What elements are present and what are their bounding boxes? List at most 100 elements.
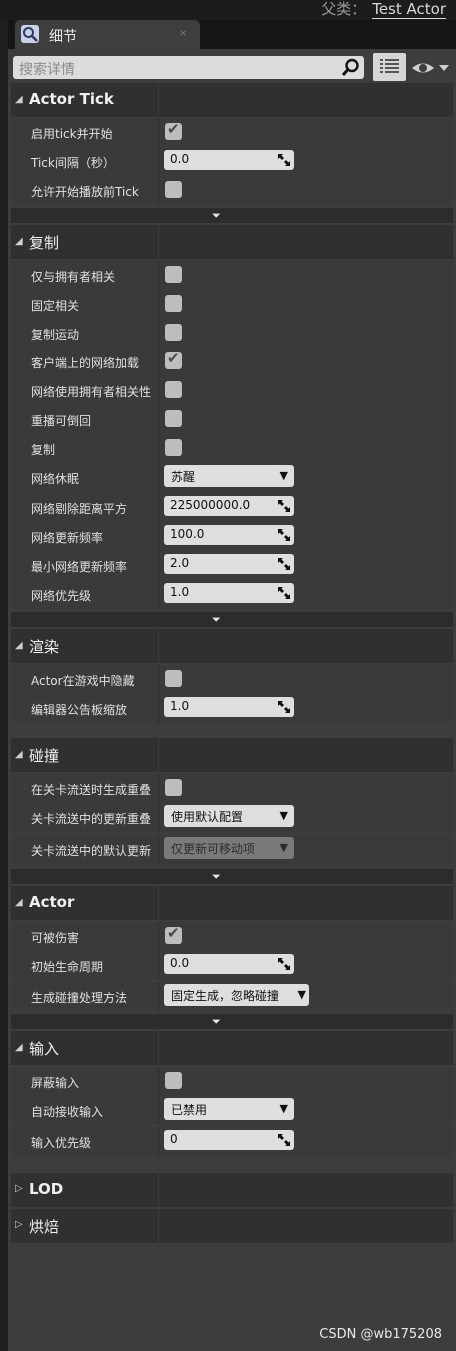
- dropdown-value: 已禁用: [171, 1103, 208, 1117]
- tick-interval-field[interactable]: 0.0: [164, 150, 294, 170]
- only-relevant-to-owner-checkbox[interactable]: [165, 266, 182, 283]
- property-label: Actor在游戏中隐藏: [31, 674, 135, 688]
- property-label: 初始生命周期: [31, 960, 104, 974]
- input-priority-field[interactable]: 0: [164, 1130, 294, 1150]
- category-actor[interactable]: ◢ Actor: [11, 886, 453, 920]
- property-label: 网络使用拥有者相关性: [31, 385, 152, 399]
- spawn-collision-dropdown[interactable]: 固定生成，忽略碰撞 ▼: [164, 984, 309, 1006]
- column-divider: [158, 1031, 159, 1065]
- tab-close-button[interactable]: ×: [179, 28, 187, 39]
- dropdown-value: 固定生成，忽略碰撞: [171, 989, 280, 1003]
- parent-class-link[interactable]: Test Actor: [372, 0, 446, 19]
- replay-rewindable-checkbox[interactable]: [165, 410, 182, 427]
- property-label: 固定相关: [31, 299, 80, 313]
- category-replication[interactable]: ◢ 复制: [11, 225, 453, 259]
- net-priority-field[interactable]: 1.0: [164, 583, 294, 603]
- column-divider: [158, 1209, 159, 1243]
- always-relevant-checkbox[interactable]: [165, 295, 182, 312]
- property-row: 网络休眠 苏醒 ▼: [11, 463, 453, 492]
- net-use-owner-relevancy-checkbox[interactable]: [165, 381, 182, 398]
- property-label: 屏蔽输入: [31, 1076, 80, 1090]
- property-row: 客户端上的网络加载 ✔: [11, 347, 453, 376]
- initial-life-span-field[interactable]: 0.0: [164, 954, 294, 974]
- chevron-down-icon: ▼: [279, 1102, 288, 1115]
- drag-arrows-icon[interactable]: [278, 500, 290, 512]
- drag-arrows-icon[interactable]: [278, 558, 290, 570]
- editor-billboard-scale-field[interactable]: 1.0: [164, 697, 294, 717]
- property-label: 重播可倒回: [31, 414, 92, 428]
- category-lod[interactable]: ▷ LOD: [11, 1173, 453, 1207]
- net-update-frequency-field[interactable]: 100.0: [164, 525, 294, 545]
- property-label: 生成碰撞处理方法: [31, 991, 128, 1005]
- auto-receive-input-dropdown[interactable]: 已禁用 ▼: [164, 1098, 294, 1120]
- replicate-movement-checkbox[interactable]: [165, 324, 182, 341]
- dropdown-value: 苏醒: [171, 470, 196, 484]
- drag-arrows-icon[interactable]: [278, 529, 290, 541]
- start-with-tick-checkbox[interactable]: ✔: [165, 120, 182, 140]
- drag-arrows-icon[interactable]: [278, 587, 290, 599]
- generate-overlap-checkbox[interactable]: [165, 779, 182, 796]
- column-divider: [158, 434, 159, 463]
- block-input-checkbox[interactable]: [165, 1072, 182, 1089]
- category-input[interactable]: ◢ 输入: [11, 1031, 453, 1065]
- drag-arrows-icon[interactable]: [278, 958, 290, 970]
- property-label: 网络休眠: [31, 472, 80, 486]
- category-title: 烘焙: [29, 1218, 60, 1236]
- eye-icon[interactable]: [411, 58, 451, 78]
- left-edge: [0, 20, 8, 1351]
- column-divider: [158, 951, 159, 980]
- property-row: 关卡流送中的默认更新 仅更新可移动项 ▼: [11, 835, 453, 864]
- field-value: 0: [170, 1132, 178, 1146]
- category-rendering[interactable]: ◢ 渲染: [11, 629, 453, 663]
- property-row: 网络更新频率 100.0: [11, 522, 453, 551]
- column-divider: [158, 522, 159, 551]
- net-load-on-client-checkbox[interactable]: ✔: [165, 349, 182, 369]
- replicates-checkbox[interactable]: [165, 439, 182, 456]
- can-be-damaged-checkbox[interactable]: ✔: [165, 924, 182, 944]
- hidden-in-game-checkbox[interactable]: [165, 670, 182, 687]
- property-row: 固定相关: [11, 290, 453, 319]
- advanced-expander[interactable]: ⏷: [11, 612, 453, 627]
- property-row: 复制运动: [11, 319, 453, 348]
- column-divider: [158, 982, 159, 1011]
- allow-tick-before-begin-checkbox[interactable]: [165, 181, 182, 198]
- column-divider: [158, 319, 159, 348]
- net-dormancy-dropdown[interactable]: 苏醒 ▼: [164, 465, 294, 487]
- column-divider: [158, 694, 159, 723]
- column-divider: [158, 463, 159, 492]
- property-row: 网络优先级 1.0: [11, 580, 453, 609]
- net-cull-distance-field[interactable]: 225000000.0: [164, 496, 294, 516]
- drag-arrows-icon[interactable]: [278, 701, 290, 713]
- advanced-expander[interactable]: ⏷: [11, 208, 453, 223]
- advanced-expander[interactable]: ⏷: [11, 869, 453, 884]
- property-row: 生成碰撞处理方法 固定生成，忽略碰撞 ▼: [11, 982, 453, 1011]
- category-title: 渲染: [29, 638, 60, 656]
- category-title: Actor Tick: [29, 90, 114, 108]
- field-value: 0.0: [170, 956, 190, 970]
- search-icon[interactable]: [340, 57, 361, 78]
- min-net-update-frequency-field[interactable]: 2.0: [164, 554, 294, 574]
- column-divider: [158, 803, 159, 832]
- magnifier-icon: [21, 25, 39, 43]
- property-label: 网络更新频率: [31, 531, 104, 545]
- property-label: 可被伤害: [31, 931, 80, 945]
- category-actor-tick[interactable]: ◢ Actor Tick: [11, 83, 453, 117]
- chevron-down-icon: ▼: [279, 469, 288, 482]
- search-input[interactable]: 搜索详情: [13, 56, 364, 79]
- column-divider: [158, 1067, 159, 1096]
- update-overlaps-dropdown[interactable]: 使用默认配置 ▼: [164, 805, 294, 827]
- property-row: 自动接收输入 已禁用 ▼: [11, 1096, 453, 1125]
- drag-arrows-icon[interactable]: [278, 1134, 290, 1146]
- category-cooking[interactable]: ▷ 烘焙: [11, 1209, 453, 1243]
- field-value: 100.0: [170, 527, 205, 541]
- drag-arrows-icon[interactable]: [278, 154, 290, 166]
- view-options-button[interactable]: [373, 53, 406, 81]
- property-label: 复制: [31, 443, 56, 457]
- property-row: 可被伤害 ✔: [11, 922, 453, 951]
- column-divider: [158, 551, 159, 580]
- advanced-expander[interactable]: ⏷: [11, 1014, 453, 1029]
- property-row: 网络使用拥有者相关性: [11, 376, 453, 405]
- category-collision[interactable]: ◢ 碰撞: [11, 738, 453, 772]
- tab-details[interactable]: 细节 ×: [15, 20, 200, 49]
- property-row: 在关卡流送时生成重叠: [11, 774, 453, 803]
